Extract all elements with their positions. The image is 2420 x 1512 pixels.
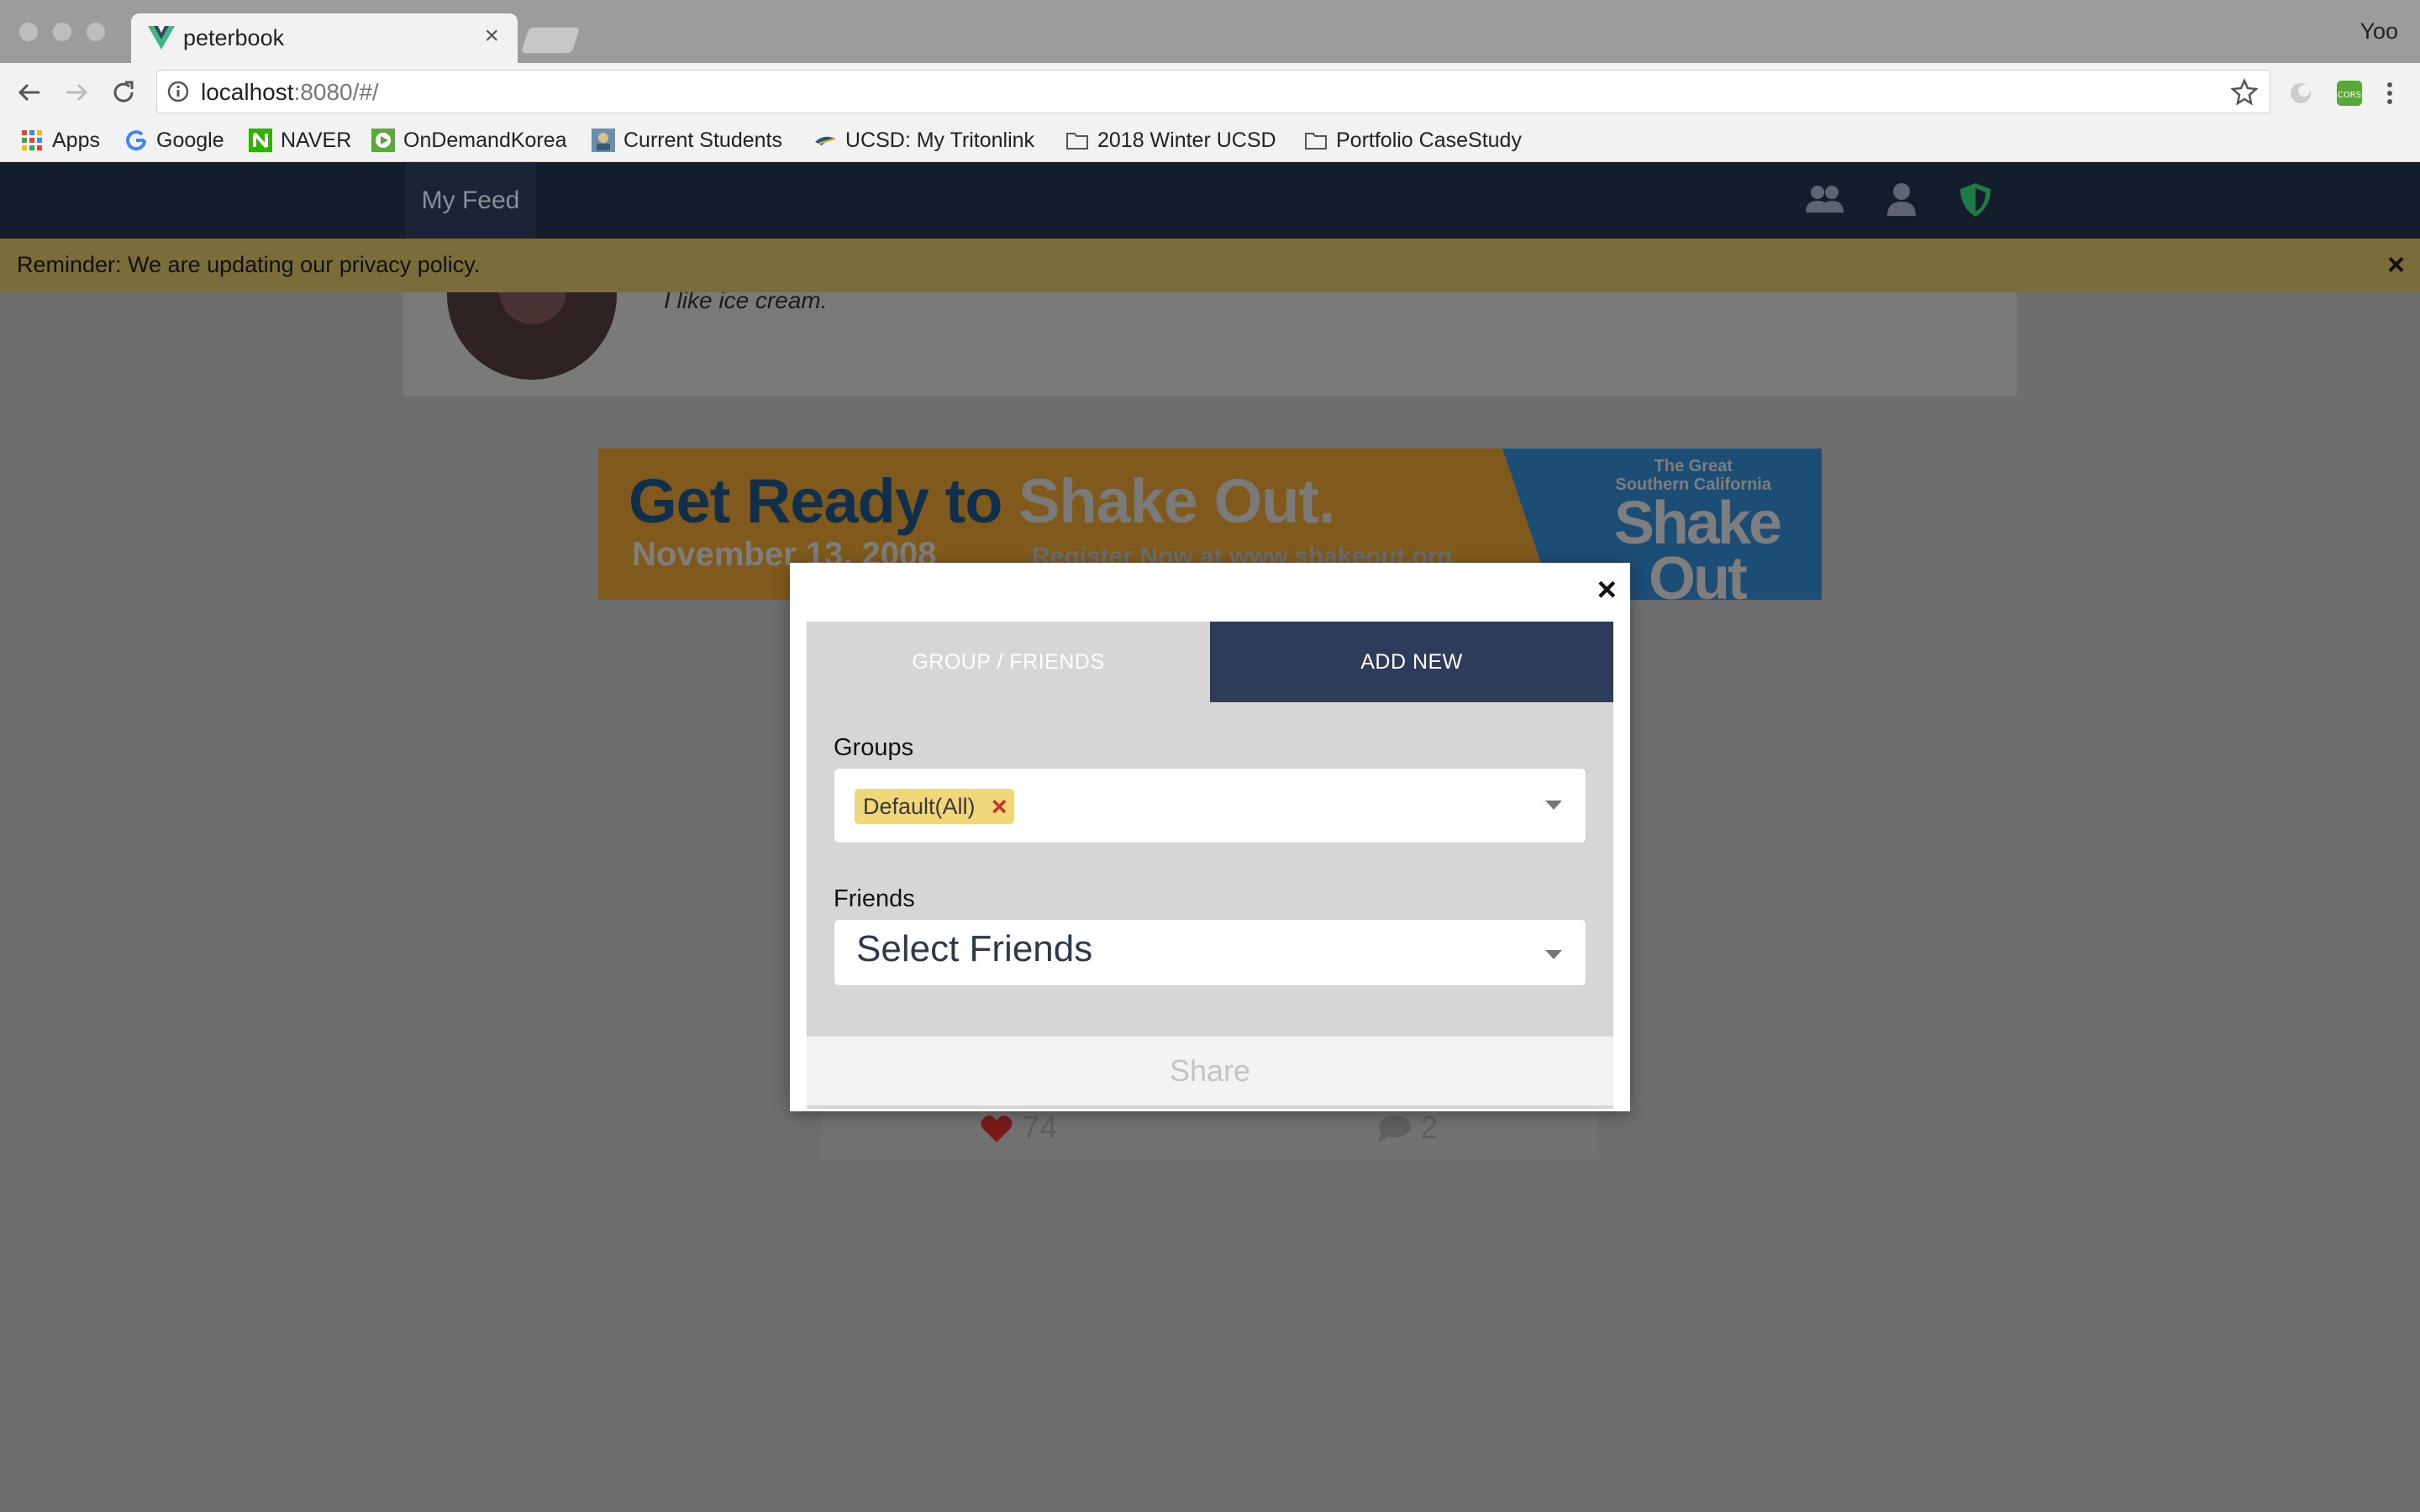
chip-remove-icon[interactable]: × bbox=[992, 793, 1007, 820]
apps-grid-icon bbox=[22, 130, 42, 150]
tab-group-friends[interactable]: GROUP / FRIENDS bbox=[807, 622, 1210, 702]
folder-icon bbox=[1066, 133, 1088, 150]
url-text: localhost:8080/#/ bbox=[201, 79, 379, 105]
chevron-down-icon bbox=[1545, 801, 1562, 810]
bookmark-portfolio-casestudy[interactable]: Portfolio CaseStudy bbox=[1304, 125, 1522, 155]
bookmark-tritonlink[interactable]: UCSD: My Tritonlink bbox=[813, 125, 1034, 155]
profile-name[interactable]: Yoo bbox=[2360, 18, 2398, 45]
ondemandkorea-icon bbox=[371, 129, 395, 152]
window-close-button[interactable] bbox=[18, 22, 39, 42]
bookmark-naver[interactable]: NAVER bbox=[249, 125, 351, 155]
google-icon bbox=[126, 130, 147, 151]
share-button[interactable]: Share bbox=[807, 1037, 1613, 1105]
like-count[interactable]: 74 bbox=[980, 1110, 1057, 1147]
cors-extension-icon[interactable]: CORS bbox=[2336, 80, 2363, 107]
window-minimize-button[interactable] bbox=[52, 22, 72, 42]
folder-icon bbox=[1305, 133, 1327, 150]
bookmark-apps[interactable]: Apps bbox=[20, 125, 100, 155]
window-zoom-button[interactable] bbox=[86, 22, 106, 42]
info-icon bbox=[167, 81, 189, 102]
bookmarks-bar: Apps Google NAVER OnDemandKorea Current … bbox=[0, 122, 2420, 162]
chevron-down-icon bbox=[1545, 950, 1562, 959]
app-navbar: My Feed bbox=[0, 162, 2420, 239]
friends-placeholder: Select Friends bbox=[856, 928, 1093, 969]
shield-icon[interactable] bbox=[1954, 181, 1996, 219]
bookmark-star-icon[interactable] bbox=[2231, 78, 2258, 105]
reminder-banner: Reminder: We are updating our privacy po… bbox=[0, 239, 2420, 292]
browser-toolbar: localhost:8080/#/ CORS bbox=[0, 63, 2420, 122]
browser-tab[interactable]: peterbook × bbox=[131, 13, 518, 64]
ad-brand-small: The Great Southern California bbox=[1615, 457, 1771, 494]
comment-count[interactable]: 2 bbox=[1376, 1110, 1438, 1147]
heart-icon bbox=[981, 1115, 1013, 1142]
groups-label: Groups bbox=[834, 734, 914, 761]
bookmark-ondemandkorea[interactable]: OnDemandKorea bbox=[371, 125, 567, 155]
tritonlink-icon bbox=[815, 136, 836, 145]
arrow-right-icon bbox=[66, 83, 88, 102]
friends-label: Friends bbox=[834, 885, 915, 912]
extension-icon[interactable] bbox=[2287, 80, 2314, 107]
arrow-left-icon bbox=[18, 83, 39, 102]
ad-headline: Get Ready to Shake Out. bbox=[629, 466, 1336, 536]
post-footer: 74 2 bbox=[822, 1104, 1598, 1159]
bookmark-2018-winter-ucsd[interactable]: 2018 Winter UCSD bbox=[1065, 125, 1276, 155]
user-icon[interactable] bbox=[1881, 181, 1923, 219]
friends-icon[interactable] bbox=[1803, 181, 1845, 219]
comment-icon bbox=[1378, 1115, 1411, 1142]
naver-icon bbox=[249, 129, 272, 152]
menu-kebab-icon[interactable] bbox=[2376, 80, 2403, 107]
reminder-close-icon[interactable]: × bbox=[2387, 247, 2405, 282]
screen: peterbook × Yoo localhost:8080/#/ CORS A… bbox=[0, 0, 2420, 1512]
back-button[interactable] bbox=[10, 73, 49, 112]
reload-button[interactable] bbox=[104, 73, 143, 112]
profile-card: I like ice cream. bbox=[403, 250, 2017, 396]
reload-icon bbox=[113, 81, 134, 102]
tab-title: peterbook bbox=[183, 25, 285, 50]
forward-button[interactable] bbox=[57, 73, 96, 112]
vue-icon bbox=[148, 26, 175, 50]
tab-close-icon[interactable]: × bbox=[484, 22, 499, 50]
tab-add-new[interactable]: ADD NEW bbox=[1210, 622, 1613, 702]
svg-text:CORS: CORS bbox=[2338, 91, 2361, 100]
groups-select[interactable]: Default(All) × bbox=[834, 768, 1586, 843]
ad-brand-big: Shake Out bbox=[1613, 490, 1782, 600]
bookmark-current-students[interactable]: Current Students bbox=[592, 125, 782, 155]
browser-tab-strip: peterbook × Yoo bbox=[0, 0, 2420, 64]
address-bar[interactable]: localhost:8080/#/ bbox=[156, 70, 2270, 113]
reminder-text: Reminder: We are updating our privacy po… bbox=[17, 252, 481, 277]
current-students-icon bbox=[592, 129, 615, 152]
friends-select[interactable]: Select Friends bbox=[834, 919, 1586, 986]
nav-my-feed[interactable]: My Feed bbox=[405, 162, 536, 239]
new-tab-button[interactable] bbox=[519, 27, 581, 54]
bookmark-google[interactable]: Google bbox=[124, 125, 224, 155]
share-modal: × GROUP / FRIENDS ADD NEW Groups Default… bbox=[790, 563, 1630, 1111]
group-chip: Default(All) × bbox=[855, 789, 1014, 824]
modal-body: GROUP / FRIENDS ADD NEW Groups Default(A… bbox=[807, 622, 1613, 1109]
modal-close-icon[interactable]: × bbox=[1597, 571, 1617, 609]
